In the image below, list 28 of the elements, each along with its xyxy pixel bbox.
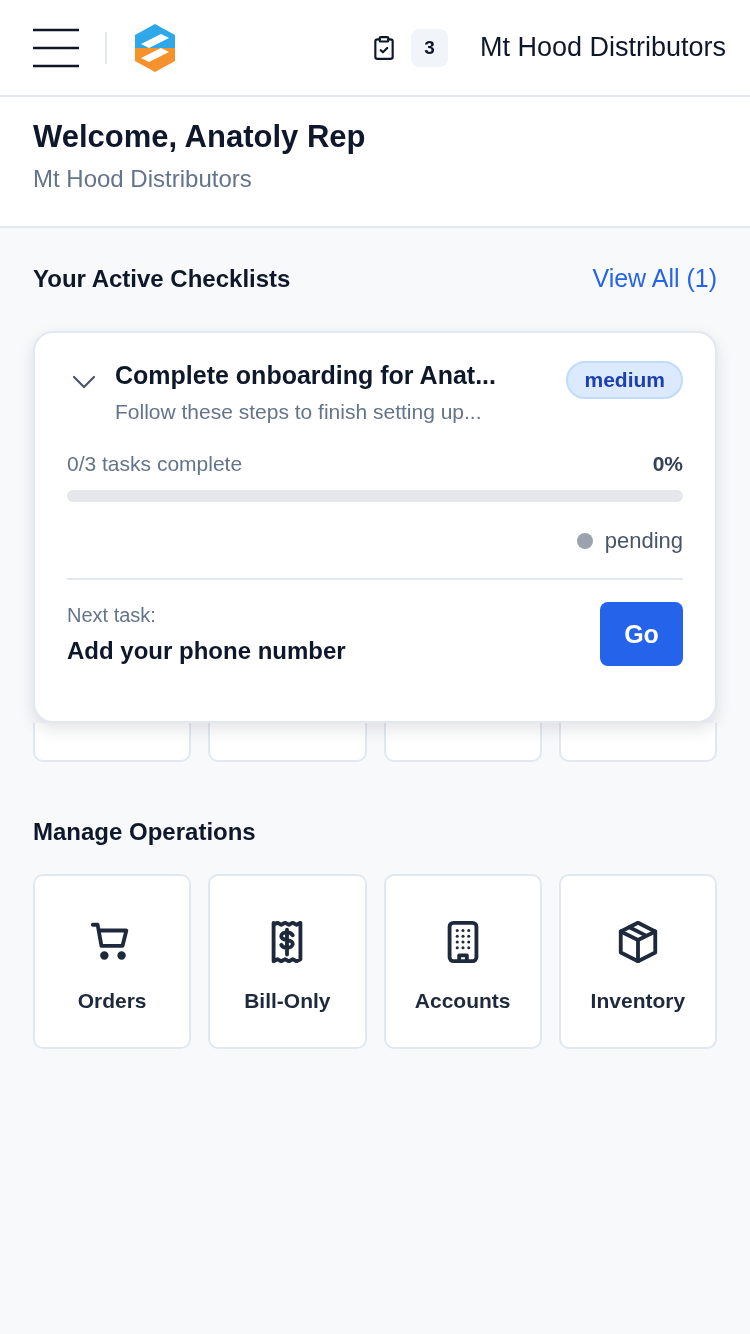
action-tile[interactable]: Orders bbox=[33, 874, 192, 1049]
checklist-title: Complete onboarding for Anat... bbox=[115, 361, 497, 390]
logo-icon bbox=[133, 23, 177, 72]
task-count-badge[interactable]: 3 bbox=[411, 28, 448, 67]
next-task-label: Next task: bbox=[67, 603, 157, 627]
action-tile[interactable] bbox=[383, 723, 542, 762]
section-heading: Your Active Checklists bbox=[33, 264, 291, 293]
action-tile[interactable] bbox=[558, 723, 717, 762]
progress-percent: 0% bbox=[652, 452, 683, 476]
action-tile[interactable] bbox=[208, 723, 367, 762]
action-tile[interactable]: Inventory bbox=[558, 874, 717, 1049]
welcome-title: Welcome, Anatoly Rep bbox=[33, 119, 367, 155]
view-all-link[interactable]: View All (1) bbox=[592, 264, 717, 293]
priority-tag: medium bbox=[566, 361, 683, 399]
action-tile[interactable] bbox=[33, 723, 192, 762]
section-heading: Manage Operations bbox=[33, 818, 257, 846]
company-name: Mt Hood Distributors bbox=[479, 32, 726, 63]
chevron-down-icon bbox=[72, 375, 96, 389]
action-tile[interactable]: Accounts bbox=[383, 874, 542, 1049]
next-task-title: Add your phone number bbox=[67, 636, 346, 665]
progress-text: 0/3 tasks complete bbox=[67, 452, 243, 476]
status-dot bbox=[576, 533, 593, 549]
go-button[interactable]: Go bbox=[600, 602, 683, 666]
menu-icon[interactable] bbox=[33, 26, 79, 69]
action-tile[interactable]: Bill-Only bbox=[208, 874, 367, 1049]
checklist-description: Follow these steps to finish setting up... bbox=[115, 400, 483, 424]
status-text: pending bbox=[604, 528, 683, 554]
welcome-subtitle: Mt Hood Distributors bbox=[33, 165, 253, 193]
